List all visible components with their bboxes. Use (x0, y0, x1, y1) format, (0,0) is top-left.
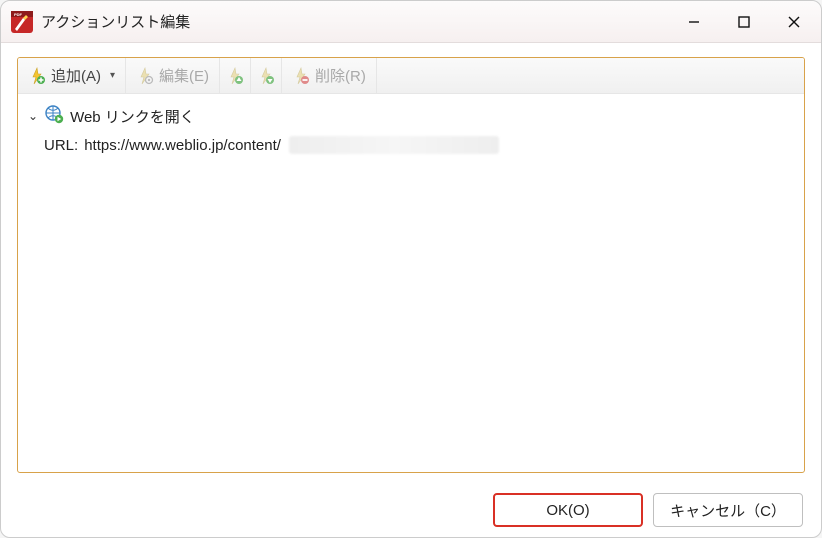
chevron-down-icon: ▾ (110, 70, 115, 81)
bolt-gear-icon (136, 67, 154, 85)
window-title: アクションリスト編集 (41, 11, 190, 32)
cancel-button[interactable]: キャンセル（C） (653, 493, 803, 527)
bolt-delete-icon (292, 67, 310, 85)
dialog-window: PDF アクションリスト編集 (0, 0, 822, 538)
delete-label: 削除(R) (315, 65, 366, 86)
svg-text:PDF: PDF (14, 12, 23, 17)
titlebar: PDF アクションリスト編集 (1, 1, 821, 43)
chevron-down-icon: ⌄ (28, 109, 38, 123)
url-value: https://www.weblio.jp/content/ (84, 137, 281, 154)
add-button[interactable]: 追加(A) ▾ (18, 58, 126, 93)
edit-button[interactable]: 編集(E) (126, 58, 220, 93)
close-button[interactable] (769, 4, 819, 40)
url-label: URL: (44, 137, 78, 154)
bolt-up-icon (226, 67, 244, 85)
toolbar: 追加(A) ▾ 編集(E) (18, 58, 804, 94)
move-down-button[interactable] (251, 58, 282, 93)
move-up-button[interactable] (220, 58, 251, 93)
action-row-detail[interactable]: URL: https://www.weblio.jp/content/ (26, 132, 796, 158)
action-header-text: Web リンクを開く (70, 106, 195, 127)
content-area: 追加(A) ▾ 編集(E) (1, 43, 821, 483)
edit-label: 編集(E) (159, 65, 209, 86)
maximize-button[interactable] (719, 4, 769, 40)
bolt-down-icon (257, 67, 275, 85)
action-list[interactable]: ⌄ Web リンクを開く URL: https://www.weblio.jp/… (18, 94, 804, 472)
minimize-button[interactable] (669, 4, 719, 40)
add-label: 追加(A) (51, 65, 101, 86)
delete-button[interactable]: 削除(R) (282, 58, 377, 93)
footer: OK(O) キャンセル（C） (1, 483, 821, 537)
app-icon: PDF (11, 11, 33, 33)
bolt-add-icon (28, 67, 46, 85)
action-row-header[interactable]: ⌄ Web リンクを開く (26, 100, 796, 132)
redacted-text (289, 136, 499, 154)
ok-button[interactable]: OK(O) (493, 493, 643, 527)
action-panel: 追加(A) ▾ 編集(E) (17, 57, 805, 473)
globe-play-icon (44, 104, 64, 128)
